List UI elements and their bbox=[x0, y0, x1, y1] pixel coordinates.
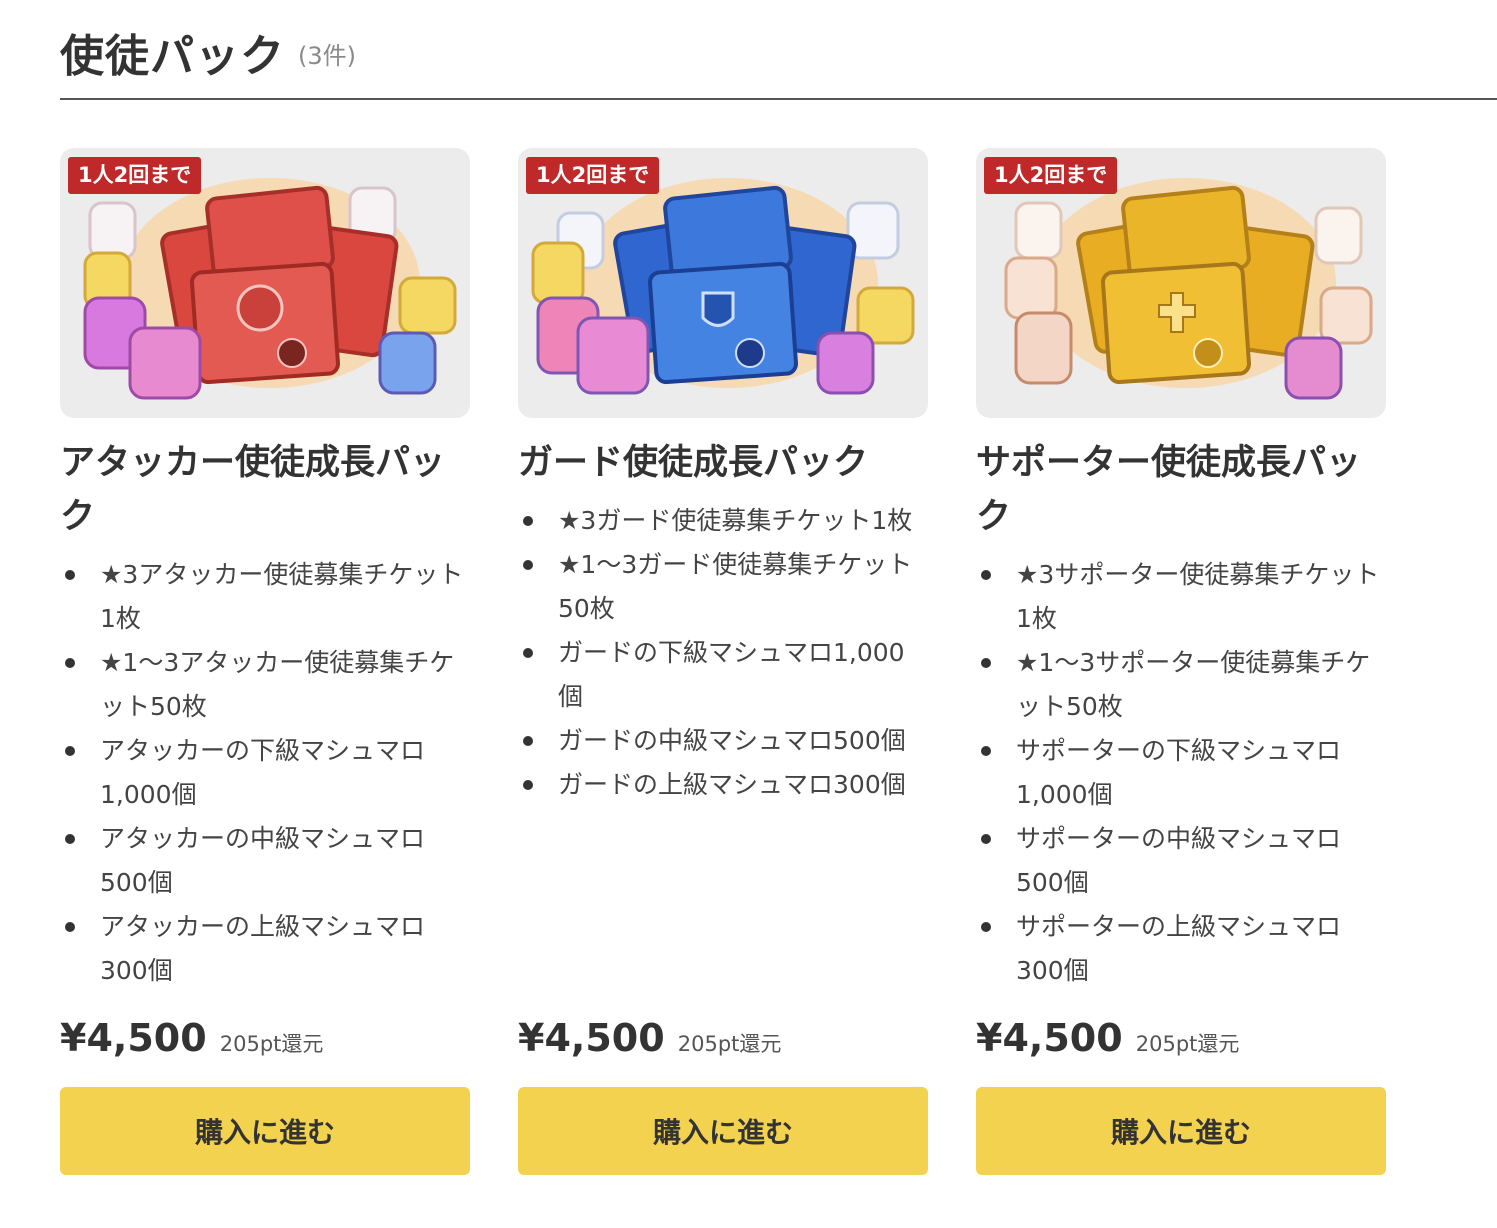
price: ¥4,500 bbox=[60, 1016, 207, 1060]
item-count: (3件) bbox=[298, 42, 356, 70]
price-row: ¥4,500 205pt還元 bbox=[518, 1016, 781, 1064]
list-item: ★3アタッカー使徒募集チケット1枚 bbox=[60, 553, 470, 641]
list-item: ★3サポーター使徒募集チケット1枚 bbox=[976, 553, 1386, 641]
list-item: アタッカーの上級マシュマロ300個 bbox=[60, 905, 470, 993]
pack-card-supporter: 1人2回まで サポーター使徒成長パック ★3サポーター使徒募集チケット1枚 ★1… bbox=[976, 148, 1386, 1178]
list-item: ガードの下級マシュマロ1,000個 bbox=[518, 631, 928, 719]
points-reward: 205pt還元 bbox=[677, 1032, 782, 1056]
list-item: ★1〜3サポーター使徒募集チケット50枚 bbox=[976, 641, 1386, 729]
pack-contents-list: ★3サポーター使徒募集チケット1枚 ★1〜3サポーター使徒募集チケット50枚 サ… bbox=[976, 553, 1386, 993]
pack-card-guard: 1人2回まで ガード使徒成長パック ★3ガード使徒募集チケット1枚 ★1〜3ガー… bbox=[518, 148, 928, 1178]
guard-pack-image[interactable]: 1人2回まで bbox=[518, 148, 928, 418]
purchase-limit-badge: 1人2回まで bbox=[526, 157, 660, 194]
list-item: サポーターの中級マシュマロ500個 bbox=[976, 817, 1386, 905]
attacker-pack-image[interactable]: 1人2回まで bbox=[60, 148, 470, 418]
pack-card-attacker: 1人2回まで アタッカー使徒成長パック ★3アタッカー使徒募集チケット1枚 ★1… bbox=[60, 148, 470, 1178]
section-header: 使徒パック (3件) bbox=[60, 14, 1497, 100]
pack-contents-list: ★3アタッカー使徒募集チケット1枚 ★1〜3アタッカー使徒募集チケット50枚 ア… bbox=[60, 553, 470, 993]
pack-title: アタッカー使徒成長パック bbox=[60, 443, 446, 537]
list-item: サポーターの上級マシュマロ300個 bbox=[976, 905, 1386, 993]
list-item: ★3ガード使徒募集チケット1枚 bbox=[518, 499, 928, 543]
list-item: ★1〜3アタッカー使徒募集チケット50枚 bbox=[60, 641, 470, 729]
list-item: アタッカーの下級マシュマロ1,000個 bbox=[60, 729, 470, 817]
price: ¥4,500 bbox=[518, 1016, 665, 1060]
points-reward: 205pt還元 bbox=[1135, 1032, 1240, 1056]
points-reward: 205pt還元 bbox=[219, 1032, 324, 1056]
pack-title: ガード使徒成長パック bbox=[518, 443, 869, 483]
purchase-button[interactable]: 購入に進む bbox=[976, 1087, 1386, 1175]
price: ¥4,500 bbox=[976, 1016, 1123, 1060]
pack-title: サポーター使徒成長パック bbox=[976, 443, 1362, 537]
price-row: ¥4,500 205pt還元 bbox=[60, 1016, 323, 1064]
page-title: 使徒パック bbox=[60, 31, 285, 82]
list-item: サポーターの下級マシュマロ1,000個 bbox=[976, 729, 1386, 817]
purchase-limit-badge: 1人2回まで bbox=[984, 157, 1118, 194]
purchase-button[interactable]: 購入に進む bbox=[518, 1087, 928, 1175]
pack-contents-list: ★3ガード使徒募集チケット1枚 ★1〜3ガード使徒募集チケット50枚 ガードの下… bbox=[518, 499, 928, 807]
purchase-button[interactable]: 購入に進む bbox=[60, 1087, 470, 1175]
supporter-pack-image[interactable]: 1人2回まで bbox=[976, 148, 1386, 418]
list-item: アタッカーの中級マシュマロ500個 bbox=[60, 817, 470, 905]
purchase-limit-badge: 1人2回まで bbox=[68, 157, 202, 194]
list-item: ガードの上級マシュマロ300個 bbox=[518, 763, 928, 807]
list-item: ★1〜3ガード使徒募集チケット50枚 bbox=[518, 543, 928, 631]
list-item: ガードの中級マシュマロ500個 bbox=[518, 719, 928, 763]
price-row: ¥4,500 205pt還元 bbox=[976, 1016, 1239, 1064]
